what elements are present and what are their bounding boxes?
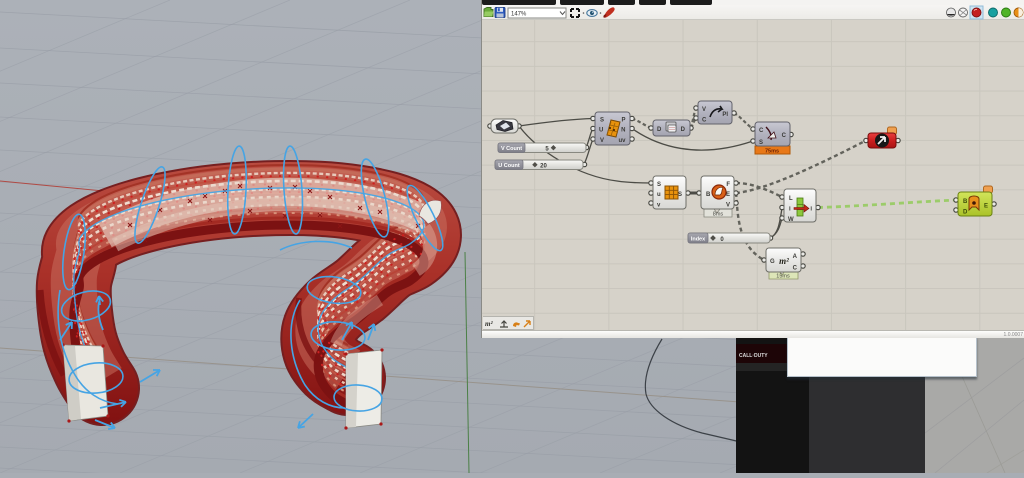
- svg-text:m²: m²: [485, 320, 493, 328]
- svg-text:C: C: [793, 266, 798, 272]
- svg-text:8ms: 8ms: [713, 211, 724, 217]
- svg-text:u: u: [657, 192, 661, 198]
- svg-text:A: A: [793, 254, 798, 260]
- svg-text:F: F: [726, 182, 730, 188]
- svg-text:B: B: [706, 192, 711, 198]
- svg-text:C: C: [782, 133, 787, 139]
- svg-text:D: D: [681, 127, 686, 133]
- svg-text:N: N: [621, 128, 625, 134]
- svg-text:L: L: [789, 196, 793, 202]
- svg-text:V Count: V Count: [501, 146, 522, 152]
- svg-text:15ms: 15ms: [776, 273, 790, 279]
- svg-text:U: U: [599, 128, 603, 134]
- svg-text:W: W: [788, 217, 794, 223]
- svg-text:B: B: [963, 199, 968, 205]
- svg-text:D: D: [963, 210, 968, 216]
- svg-text:D: D: [657, 127, 662, 133]
- svg-text:147%: 147%: [511, 12, 527, 18]
- svg-text:S: S: [657, 182, 661, 188]
- svg-text:Pl: Pl: [722, 112, 728, 118]
- svg-text:G: G: [770, 259, 775, 265]
- svg-text:20: 20: [540, 164, 547, 170]
- svg-text:S: S: [759, 140, 763, 146]
- svg-text:V: V: [702, 107, 706, 113]
- svg-text:S: S: [600, 118, 604, 124]
- svg-text:P: P: [621, 118, 625, 124]
- svg-text:E: E: [726, 192, 730, 198]
- svg-text:V: V: [726, 203, 730, 209]
- svg-text:U Count: U Count: [498, 163, 520, 169]
- svg-text:Index: Index: [691, 237, 706, 243]
- svg-text:V: V: [600, 138, 604, 144]
- svg-text:S: S: [678, 192, 682, 198]
- svg-text:75ms: 75ms: [765, 148, 779, 154]
- svg-text:C: C: [759, 128, 764, 134]
- svg-text:uv: uv: [618, 138, 626, 144]
- svg-text:m²: m²: [779, 256, 789, 266]
- svg-text:C: C: [702, 118, 707, 124]
- svg-text:E: E: [984, 204, 988, 210]
